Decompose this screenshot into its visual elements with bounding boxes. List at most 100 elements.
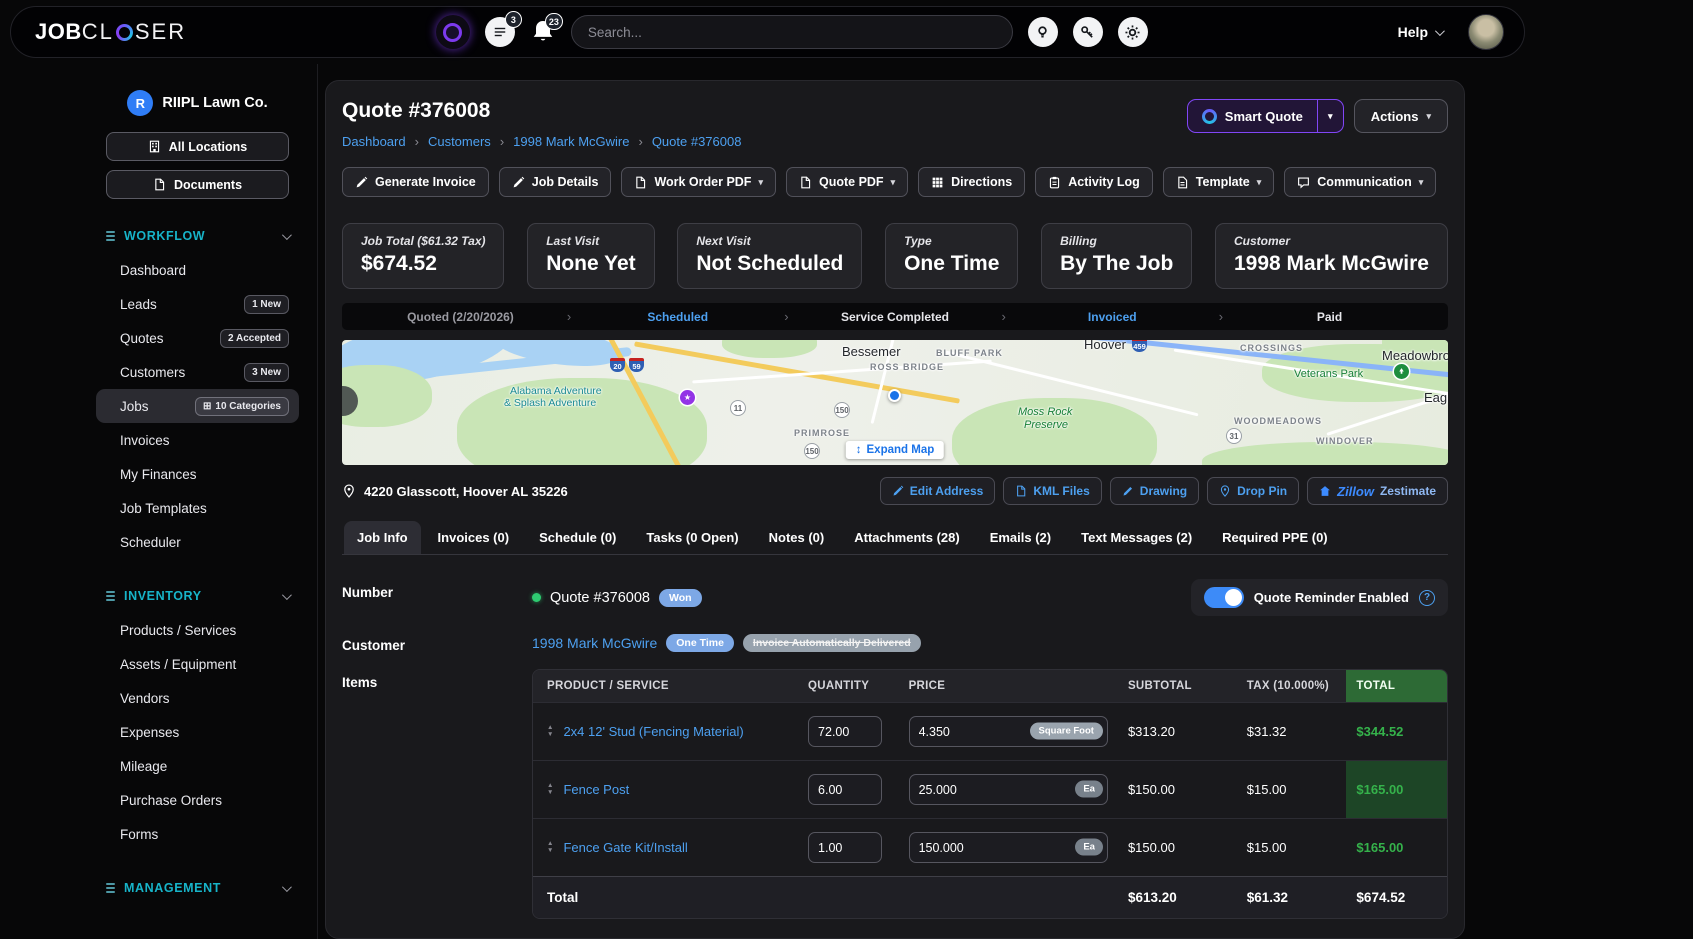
directions-button[interactable]: Directions: [918, 167, 1025, 197]
tasks-button[interactable]: 3: [485, 17, 515, 47]
smart-quote-button[interactable]: Smart Quote ▾: [1187, 99, 1344, 133]
breadcrumb-link-dashboard[interactable]: Dashboard: [342, 134, 406, 149]
quantity-input[interactable]: [808, 774, 882, 805]
address-row: 4220 Glasscott, Hoover AL 35226 Edit Add…: [342, 477, 1448, 517]
section-management[interactable]: MANAGEMENT: [106, 881, 289, 895]
tab-job-info[interactable]: Job Info: [344, 521, 421, 554]
sidebar-item-quotes[interactable]: Quotes2 Accepted: [96, 321, 299, 355]
gear-icon[interactable]: [1118, 17, 1148, 47]
reorder-handle[interactable]: ▲▼: [547, 783, 553, 796]
route-shield-31: 31: [1226, 428, 1242, 444]
key-icon[interactable]: [1073, 17, 1103, 47]
unit-badge[interactable]: Square Foot: [1030, 723, 1103, 740]
one-time-badge: One Time: [666, 634, 734, 652]
breadcrumb-link-customers[interactable]: Customers: [428, 134, 491, 149]
kml-files-button[interactable]: KML Files: [1003, 477, 1101, 505]
smart-quote-dropdown-caret[interactable]: ▾: [1317, 100, 1343, 132]
logo-text-light: CL: [82, 19, 114, 45]
table-row: ▲▼ Fence Gate Kit/Install Ea $150.00 $15…: [533, 819, 1447, 877]
quote-pdf-button[interactable]: Quote PDF ▾: [786, 167, 908, 197]
sidebar-item-job-templates[interactable]: Job Templates: [96, 491, 299, 525]
sidebar: R RIIPL Lawn Co. All Locations Documents…: [0, 64, 318, 939]
tab-invoices[interactable]: Invoices (0): [425, 521, 523, 554]
sidebar-item-jobs[interactable]: Jobs⊞10 Categories: [96, 389, 299, 423]
job-details-button[interactable]: Job Details: [499, 167, 612, 197]
sidebar-item-my-finances[interactable]: My Finances: [96, 457, 299, 491]
quantity-input[interactable]: [808, 716, 882, 747]
help-menu[interactable]: Help: [1398, 24, 1442, 40]
sidebar-item-leads[interactable]: Leads1 New: [96, 287, 299, 321]
pipeline-step-paid: Paid: [1223, 310, 1436, 324]
section-workflow[interactable]: WORKFLOW: [106, 229, 289, 243]
zillow-zestimate-button[interactable]: Zillow Zestimate: [1307, 477, 1448, 505]
chevron-down-icon: [1435, 26, 1445, 36]
quantity-input[interactable]: [808, 832, 882, 863]
notifications-button[interactable]: 23: [530, 19, 556, 45]
edit-address-button[interactable]: Edit Address: [880, 477, 996, 505]
tab-required-ppe[interactable]: Required PPE (0): [1209, 521, 1340, 554]
recording-indicator-icon[interactable]: [436, 15, 470, 49]
template-button[interactable]: Template ▾: [1163, 167, 1274, 197]
app-logo[interactable]: JOBCLSER: [35, 19, 186, 45]
search-input[interactable]: [571, 15, 1013, 49]
sidebar-item-invoices[interactable]: Invoices: [96, 423, 299, 457]
tab-text-messages[interactable]: Text Messages (2): [1068, 521, 1205, 554]
park-poi-icon[interactable]: [1394, 364, 1409, 379]
chevron-down-icon: [282, 230, 292, 240]
actions-button[interactable]: Actions ▾: [1354, 99, 1448, 133]
customer-label: Customer: [342, 632, 532, 653]
unit-badge[interactable]: Ea: [1075, 781, 1103, 798]
chat-icon: [1297, 176, 1310, 189]
sidebar-item-purchase-orders[interactable]: Purchase Orders: [96, 783, 299, 817]
sidebar-item-scheduler[interactable]: Scheduler: [96, 525, 299, 559]
number-label: Number: [342, 579, 532, 616]
tab-attachments[interactable]: Attachments (28): [841, 521, 972, 554]
product-link[interactable]: 2x4 12' Stud (Fencing Material): [563, 724, 743, 739]
map-location-marker[interactable]: [888, 389, 901, 402]
map-label-primrose: PRIMROSE: [794, 428, 850, 438]
reorder-handle[interactable]: ▲▼: [547, 841, 553, 854]
tab-schedule[interactable]: Schedule (0): [526, 521, 629, 554]
tab-emails[interactable]: Emails (2): [977, 521, 1064, 554]
breadcrumb-link-quote[interactable]: Quote #376008: [652, 134, 742, 149]
chevron-separator: ›: [638, 134, 642, 149]
stat-value: 1998 Mark McGwire: [1234, 252, 1429, 276]
communication-button[interactable]: Communication ▾: [1284, 167, 1436, 197]
drop-pin-button[interactable]: Drop Pin: [1207, 477, 1299, 505]
pen-icon: [1122, 485, 1134, 497]
map-label-adventure-line2: & Splash Adventure: [504, 397, 596, 409]
generate-invoice-button[interactable]: Generate Invoice: [342, 167, 489, 197]
sidebar-item-expenses[interactable]: Expenses: [96, 715, 299, 749]
all-locations-button[interactable]: All Locations: [106, 132, 289, 161]
help-question-icon[interactable]: ?: [1419, 590, 1435, 606]
sidebar-item-products-services[interactable]: Products / Services: [96, 613, 299, 647]
caret-down-icon: ▾: [758, 177, 763, 188]
section-inventory[interactable]: INVENTORY: [106, 589, 289, 603]
company-switcher[interactable]: R RIIPL Lawn Co.: [106, 90, 289, 116]
sidebar-item-mileage[interactable]: Mileage: [96, 749, 299, 783]
product-link[interactable]: Fence Post: [563, 782, 629, 797]
customer-link[interactable]: 1998 Mark McGwire: [532, 635, 657, 651]
sidebar-item-label: Mileage: [120, 759, 167, 774]
reorder-handle[interactable]: ▲▼: [547, 725, 553, 738]
map[interactable]: Bessemer Hoover Meadowbrook Eagle ROSS B…: [342, 340, 1448, 465]
breadcrumb-link-customer[interactable]: 1998 Mark McGwire: [513, 134, 629, 149]
work-order-pdf-button[interactable]: Work Order PDF ▾: [621, 167, 776, 197]
tab-notes[interactable]: Notes (0): [756, 521, 838, 554]
expand-map-button[interactable]: ↕ Expand Map: [846, 441, 944, 459]
quote-reminder-toggle[interactable]: [1204, 587, 1244, 608]
activity-log-button[interactable]: Activity Log: [1035, 167, 1153, 197]
drawing-button[interactable]: Drawing: [1110, 477, 1199, 505]
sidebar-item-assets-equipment[interactable]: Assets / Equipment: [96, 647, 299, 681]
sidebar-item-dashboard[interactable]: Dashboard: [96, 253, 299, 287]
lightbulb-icon[interactable]: [1028, 17, 1058, 47]
user-avatar[interactable]: [1468, 14, 1504, 50]
product-link[interactable]: Fence Gate Kit/Install: [563, 840, 687, 855]
documents-button[interactable]: Documents: [106, 170, 289, 199]
tab-tasks[interactable]: Tasks (0 Open): [633, 521, 751, 554]
sidebar-item-vendors[interactable]: Vendors: [96, 681, 299, 715]
attraction-poi-icon[interactable]: ★: [680, 390, 695, 405]
unit-badge[interactable]: Ea: [1075, 839, 1103, 856]
sidebar-item-customers[interactable]: Customers3 New: [96, 355, 299, 389]
sidebar-item-forms[interactable]: Forms: [96, 817, 299, 851]
